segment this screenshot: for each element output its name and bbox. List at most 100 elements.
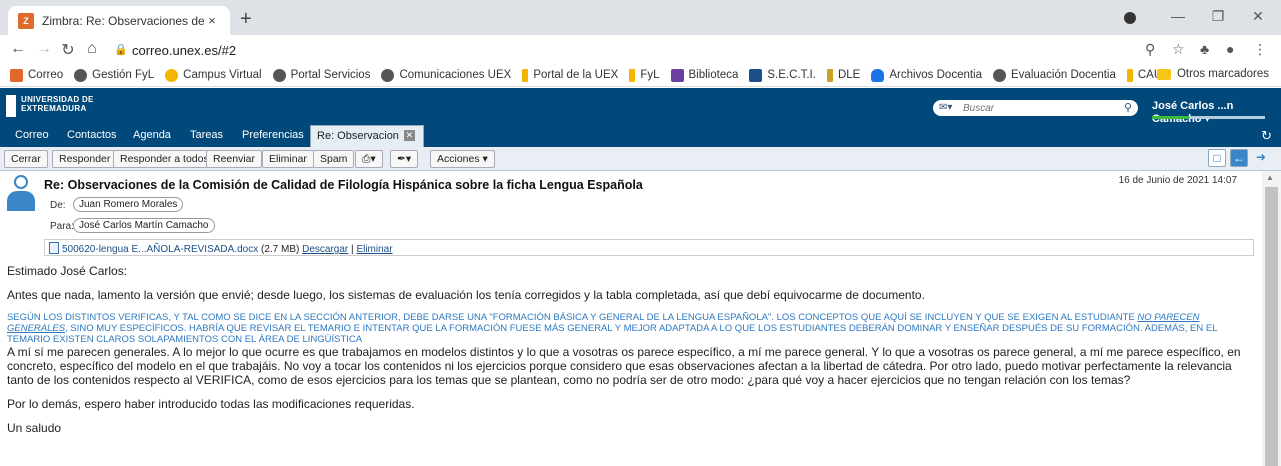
previous-message-icon[interactable]: ← — [1230, 149, 1248, 167]
tab-contactos[interactable]: Contactos — [67, 129, 117, 141]
logo-line-2: EXTREMADURA — [21, 104, 87, 113]
reply-button[interactable]: Responder — [52, 150, 118, 168]
bookmark-item[interactable]: DLE — [826, 68, 860, 82]
browser-tab[interactable]: Z Zimbra: Re: Observaciones de la × — [8, 6, 230, 35]
moodle-icon — [165, 68, 179, 82]
search-icon[interactable]: ⚲ — [1124, 101, 1132, 114]
to-address[interactable]: José Carlos Martín Camacho — [73, 218, 215, 233]
bookmark-item[interactable]: Archivos Docentia — [871, 68, 982, 82]
uex-logo-mark-icon — [6, 95, 16, 117]
globe-icon — [74, 68, 88, 82]
spam-button[interactable]: Spam — [313, 150, 355, 168]
tab-correo[interactable]: Correo — [15, 129, 49, 141]
other-bookmarks[interactable]: Otros marcadores — [1156, 68, 1269, 80]
uex-icon — [522, 68, 529, 82]
tab-close-icon[interactable]: × — [204, 13, 220, 28]
search-input[interactable] — [963, 101, 1113, 115]
profile-avatar-icon[interactable]: ● — [1226, 41, 1234, 57]
bookmark-item[interactable]: Portal Servicios — [272, 68, 370, 82]
next-message-icon[interactable]: ➜ — [1252, 149, 1270, 167]
delete-attachment-link[interactable]: Eliminar — [356, 244, 392, 255]
tab-close-icon[interactable]: ✕ — [403, 130, 415, 141]
tab-preferencias[interactable]: Preferencias — [242, 129, 304, 141]
cau-icon — [1126, 68, 1133, 82]
uex-logo[interactable]: UNIVERSIDAD DE EXTREMADURA — [6, 95, 94, 117]
bookmark-item[interactable]: Portal de la UEX — [522, 68, 618, 82]
body-paragraph: A mí sí me parecen generales. A lo mejor… — [7, 345, 1241, 387]
refresh-icon[interactable]: ↻ — [1261, 128, 1272, 144]
forward-icon[interactable]: → — [34, 40, 54, 58]
folder-icon — [1156, 68, 1171, 80]
back-icon[interactable]: ← — [8, 40, 28, 58]
open-new-window-icon[interactable]: □ — [1208, 149, 1226, 167]
message-body: Estimado José Carlos: Antes que nada, la… — [7, 264, 1257, 445]
quote-part-1: SEGÚN LOS DISTINTOS VERIFICAS, Y TAL COM… — [7, 312, 1138, 323]
attachment-separator: | — [351, 244, 354, 255]
bookmark-item[interactable]: Biblioteca — [670, 68, 738, 82]
bookmark-item[interactable]: Campus Virtual — [165, 68, 262, 82]
reply-all-button[interactable]: Responder a todos — [113, 150, 216, 168]
url-field[interactable]: 🔒 correo.unex.es/#2 — [110, 38, 1240, 62]
message-toolbar: Cerrar Responder Responder a todos Reenv… — [0, 147, 1281, 171]
bookmark-item[interactable]: Evaluación Docentia — [993, 68, 1116, 82]
user-menu[interactable]: José Carlos ...n Camacho ▾ — [1152, 100, 1281, 125]
reload-icon[interactable]: ↻ — [58, 40, 78, 60]
bookmark-item[interactable]: S.E.C.T.I. — [749, 68, 816, 82]
maximize-icon[interactable]: ❐ — [1203, 8, 1233, 25]
quota-bar — [1152, 116, 1265, 119]
tab-message-label: Re: Observacion — [317, 130, 399, 142]
zoom-icon[interactable]: ⚲ — [1145, 41, 1155, 58]
tab-agenda[interactable]: Agenda — [133, 129, 171, 141]
actions-button[interactable]: Acciones ▾ — [430, 150, 495, 168]
quote-part-2: , SINO MUY ESPECÍFICOS. HABRÍA QUE REVIS… — [7, 323, 1218, 345]
print-button[interactable]: ⎙▾ — [355, 150, 383, 168]
forward-button[interactable]: Reenviar — [206, 150, 263, 168]
attachment-name[interactable]: 500620-lengua E...AÑOLA-REVISADA.docx — [62, 244, 258, 255]
home-icon[interactable]: ⌂ — [82, 40, 102, 58]
scroll-up-icon[interactable]: ▲ — [1266, 173, 1274, 182]
zimbra-header: UNIVERSIDAD DEEXTREMADURA ✉▾ ⚲ José Carl… — [0, 88, 1281, 125]
actions-label: Acciones — [437, 153, 480, 165]
close-button[interactable]: Cerrar — [4, 150, 48, 168]
body-paragraph: Por lo demás, espero haber introducido t… — [7, 397, 415, 411]
delete-button[interactable]: Eliminar — [262, 150, 314, 168]
lock-icon: 🔒 — [114, 44, 128, 56]
user-name: José Carlos ...n Camacho — [1152, 100, 1234, 125]
quota-fill — [1152, 116, 1190, 119]
bookmark-item[interactable]: Correo — [10, 68, 63, 82]
globe-icon — [272, 68, 286, 82]
message-header: Re: Observaciones de la Comisión de Cali… — [0, 171, 1261, 260]
cloud-icon — [871, 68, 885, 82]
scrollbar[interactable]: ▲ — [1262, 171, 1281, 466]
bookmark-item[interactable]: Gestión FyL — [74, 68, 154, 82]
download-link[interactable]: Descargar — [302, 244, 348, 255]
closing: Un saludo — [7, 421, 62, 435]
chrome-menu-icon[interactable]: ⋮ — [1253, 41, 1267, 58]
star-icon[interactable]: ☆ — [1172, 41, 1185, 58]
bookmark-item[interactable]: FyL — [629, 68, 660, 82]
chevron-down-icon: ▾ — [1204, 113, 1211, 125]
extensions-icon[interactable]: ♣ — [1200, 41, 1209, 57]
search-scope-dropdown-icon[interactable]: ✉▾ — [939, 102, 952, 113]
to-label: Para: — [50, 221, 74, 232]
attachment-row: 500620-lengua E...AÑOLA-REVISADA.docx (2… — [44, 239, 1254, 256]
library-icon — [670, 68, 684, 82]
window-close-icon[interactable]: ✕ — [1243, 8, 1273, 25]
search-box: ✉▾ ⚲ — [933, 100, 1138, 116]
scrollbar-thumb[interactable] — [1265, 187, 1278, 466]
secti-icon — [749, 68, 763, 82]
bookmark-icon — [10, 68, 23, 82]
bookmark-item[interactable]: Comunicaciones UEX — [381, 68, 511, 82]
from-address[interactable]: Juan Romero Morales — [73, 197, 184, 212]
globe-icon — [381, 68, 395, 82]
tag-button[interactable]: ✒▾ — [390, 150, 419, 168]
minimize-icon[interactable]: — — [1163, 8, 1193, 24]
dle-icon — [826, 68, 833, 82]
tab-message[interactable]: Re: Observacion ✕ — [310, 125, 424, 147]
profile-indicator-icon[interactable] — [1124, 12, 1136, 24]
new-tab-button[interactable]: + — [240, 9, 252, 29]
address-bar-row: ← → ↻ ⌂ 🔒 correo.unex.es/#2 ⚲ ☆ ♣ ● ⋮ — [0, 35, 1281, 64]
tab-tareas[interactable]: Tareas — [190, 129, 223, 141]
uex-icon — [629, 68, 636, 82]
quoted-comment: SEGÚN LOS DISTINTOS VERIFICAS, Y TAL COM… — [7, 312, 1257, 345]
